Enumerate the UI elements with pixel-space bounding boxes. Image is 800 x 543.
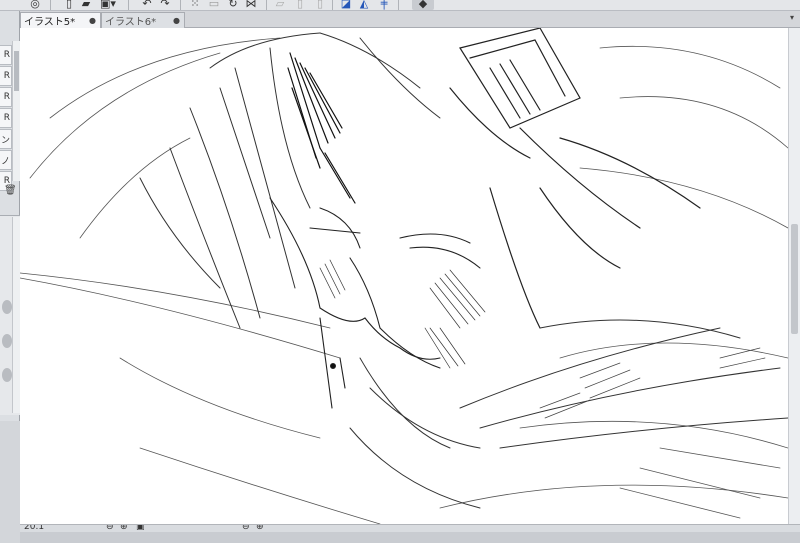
main-toolbar: ◎ ▯ ▰ ▣▾ ↶ ↷ ⁙ ▭ ↻ ⋈ ▱ ▯ ▯ ◪ ◭ ╪ ◆	[0, 0, 800, 11]
zoom-in-icon[interactable]: ⊕	[120, 525, 128, 532]
list-item[interactable]: R	[0, 87, 12, 107]
fit-icon[interactable]: ▣	[136, 525, 145, 532]
panel-list: R R R R ン ノ R	[0, 45, 12, 192]
save-icon[interactable]: ▣▾	[100, 0, 116, 10]
toolbar-separator	[50, 0, 51, 10]
settings-icon[interactable]: ◎	[28, 0, 42, 10]
tab-close-icon[interactable]: ●	[89, 16, 96, 25]
rotate-icon[interactable]: ▯	[314, 0, 326, 10]
sketch-artwork	[20, 28, 788, 524]
flip-icon[interactable]: ▯	[294, 0, 306, 10]
scroll-thumb[interactable]	[14, 51, 19, 91]
help-icon[interactable]: ◆	[412, 0, 434, 10]
list-item[interactable]: R	[0, 45, 12, 65]
open-icon[interactable]: ▰	[80, 0, 92, 10]
panel-footer	[0, 421, 20, 543]
left-panel: R R R R ン ノ R 🗑	[0, 11, 20, 543]
panel-scrollbar[interactable]	[12, 41, 20, 181]
toolbar-separator	[332, 0, 333, 10]
perspective-icon[interactable]: ◭	[358, 0, 370, 10]
tab-label: イラスト5*	[24, 17, 76, 28]
lasso-icon[interactable]: ↻	[226, 0, 240, 10]
undo-icon[interactable]: ↶	[140, 0, 154, 10]
tab-illust5[interactable]: イラスト5* ●	[20, 12, 101, 28]
brush-preview-icon[interactable]	[2, 368, 12, 382]
snap-icon[interactable]: ⋈	[244, 0, 258, 10]
status-bar: 20.1 ⊖ ⊕ ▣ ⊖ ⊕	[20, 524, 800, 532]
zoom-level[interactable]: 20.1	[24, 525, 44, 532]
tab-menu-icon[interactable]: ▾	[790, 13, 794, 22]
canvas-vertical-scrollbar[interactable]	[788, 28, 800, 524]
toolbar-separator	[398, 0, 399, 10]
list-item[interactable]: ノ	[0, 150, 12, 170]
palette-scrollbar[interactable]	[12, 217, 20, 413]
trash-icon[interactable]: 🗑	[4, 185, 17, 199]
new-file-icon[interactable]: ▯	[64, 0, 74, 10]
scroll-thumb[interactable]	[791, 224, 798, 334]
select-icon[interactable]: ⁙	[188, 0, 202, 10]
list-item[interactable]: ン	[0, 129, 12, 149]
tab-label: イラスト6*	[105, 17, 157, 28]
ruler-icon[interactable]: ◪	[340, 0, 352, 10]
tab-close-icon[interactable]: ●	[173, 16, 180, 25]
transform-icon[interactable]: ▭	[208, 0, 220, 10]
toolbar-separator	[180, 0, 181, 10]
toolbar-separator	[266, 0, 267, 10]
document-tabs: イラスト5* ● イラスト6* ● ▾	[20, 11, 800, 28]
drawing-canvas[interactable]	[20, 28, 788, 524]
crop-icon[interactable]: ▱	[274, 0, 286, 10]
rotate-right-icon[interactable]: ⊕	[256, 525, 264, 532]
zoom-out-icon[interactable]: ⊖	[106, 525, 114, 532]
brush-preview-icon[interactable]	[2, 334, 12, 348]
list-item[interactable]: R	[0, 66, 12, 86]
rotate-left-icon[interactable]: ⊖	[242, 525, 250, 532]
toolbar-separator	[128, 0, 129, 10]
tab-illust6[interactable]: イラスト6* ●	[101, 12, 185, 28]
list-item[interactable]: R	[0, 108, 12, 128]
brush-preview-icon[interactable]	[2, 300, 12, 314]
grid-icon[interactable]: ╪	[378, 0, 390, 10]
redo-icon[interactable]: ↷	[158, 0, 172, 10]
